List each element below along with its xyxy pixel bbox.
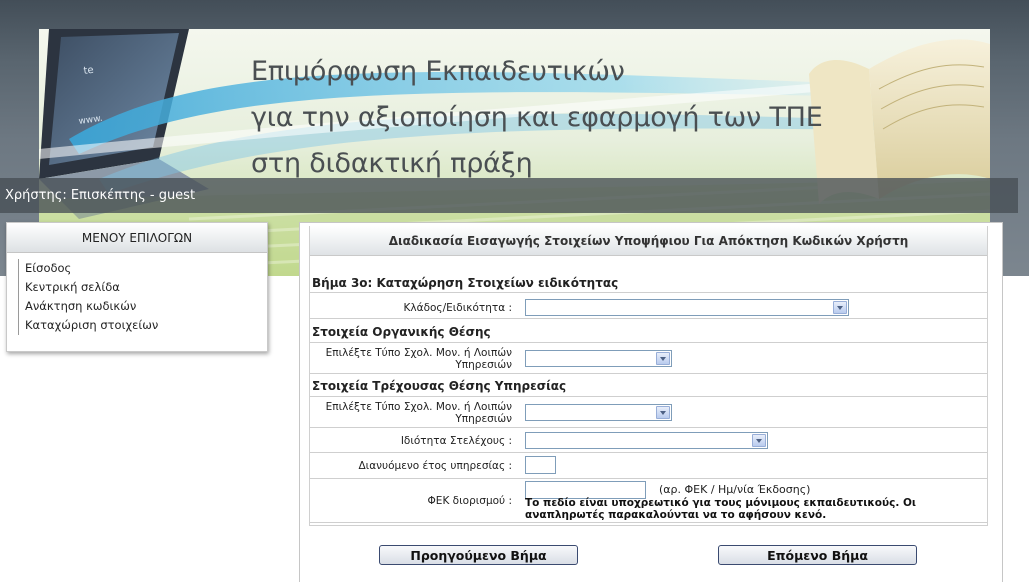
divider bbox=[310, 373, 987, 374]
divider bbox=[310, 478, 987, 479]
menu-list: Είσοδος Κεντρική σελίδα Ανάκτηση κωδικών… bbox=[18, 259, 267, 335]
step-title: Βήμα 3ο: Καταχώρηση Στοιχείων ειδικότητα… bbox=[312, 276, 619, 290]
fek-hint: (αρ. ΦΕΚ / Ημ/νία Έκδοσης) bbox=[659, 483, 811, 496]
svg-text:te: te bbox=[83, 65, 95, 77]
menu-item-recover-codes[interactable]: Ανάκτηση κωδικών bbox=[25, 297, 267, 316]
options-menu: ΜΕΝΟΥ ΕΠΙΛΟΓΩΝ Είσοδος Κεντρική σελίδα Α… bbox=[6, 222, 268, 352]
registration-panel: Διαδικασία Εισαγωγής Στοιχείων Υποψήφιου… bbox=[299, 222, 1003, 582]
divider bbox=[310, 396, 987, 397]
chevron-down-icon[interactable] bbox=[656, 406, 670, 419]
divider bbox=[310, 318, 987, 319]
fek-warning: Το πεδίο είναι υποχρεωτικό για τους μόνι… bbox=[525, 497, 916, 521]
next-step-button[interactable]: Επόμενο Βήμα bbox=[718, 545, 917, 565]
menu-item-register-data[interactable]: Καταχώριση στοιχείων bbox=[25, 316, 267, 335]
chevron-down-icon[interactable] bbox=[656, 352, 670, 365]
banner-title: Επιμόρφωση Εκπαιδευτικών για την αξιοποί… bbox=[251, 49, 823, 187]
banner-title-line: για την αξιοποίηση και εφαρμογή των ΤΠΕ bbox=[251, 102, 823, 133]
organic-type-label: Επιλέξτε Τύπο Σχολ. Μον. ή Λοιπών Υπηρεσ… bbox=[325, 347, 512, 371]
menu-item-login[interactable]: Είσοδος bbox=[25, 259, 267, 278]
divider bbox=[310, 342, 987, 343]
divider bbox=[310, 522, 987, 523]
current-position-title: Στοιχεία Τρέχουσας Θέσης Υπηρεσίας bbox=[312, 379, 567, 393]
banner-title-line: Επιμόρφωση Εκπαιδευτικών bbox=[251, 56, 625, 87]
panel-title: Διαδικασία Εισαγωγής Στοιχείων Υποψήφιου… bbox=[310, 226, 987, 256]
user-status-bar: Χρήστης: Επισκέπτης - guest bbox=[0, 178, 1018, 213]
organic-type-select[interactable] bbox=[525, 350, 672, 367]
specialty-select[interactable] bbox=[525, 299, 849, 316]
previous-step-button[interactable]: Προηγούμενο Βήμα bbox=[379, 545, 578, 565]
registration-form: Διαδικασία Εισαγωγής Στοιχείων Υποψήφιου… bbox=[309, 226, 988, 526]
chevron-down-icon[interactable] bbox=[752, 434, 766, 447]
menu-title: ΜΕΝΟΥ ΕΠΙΛΟΓΩΝ bbox=[7, 223, 267, 253]
menu-item-home[interactable]: Κεντρική σελίδα bbox=[25, 278, 267, 297]
specialty-label: Κλάδος/Ειδικότητα : bbox=[403, 302, 512, 314]
capacity-select[interactable] bbox=[525, 432, 768, 449]
service-year-label: Διανυόμενο έτος υπηρεσίας : bbox=[358, 460, 513, 472]
chevron-down-icon[interactable] bbox=[833, 301, 847, 314]
capacity-label: Ιδιότητα Στελέχους : bbox=[400, 435, 512, 447]
fek-label: ΦΕΚ διορισμού : bbox=[427, 495, 512, 507]
organic-position-title: Στοιχεία Οργανικής Θέσης bbox=[312, 325, 491, 339]
divider bbox=[310, 427, 987, 428]
current-type-label: Επιλέξτε Τύπο Σχολ. Μον. ή Λοιπών Υπηρεσ… bbox=[325, 401, 512, 425]
current-type-select[interactable] bbox=[525, 404, 672, 421]
divider bbox=[310, 452, 987, 453]
service-year-input[interactable] bbox=[525, 456, 556, 474]
divider bbox=[310, 292, 987, 293]
